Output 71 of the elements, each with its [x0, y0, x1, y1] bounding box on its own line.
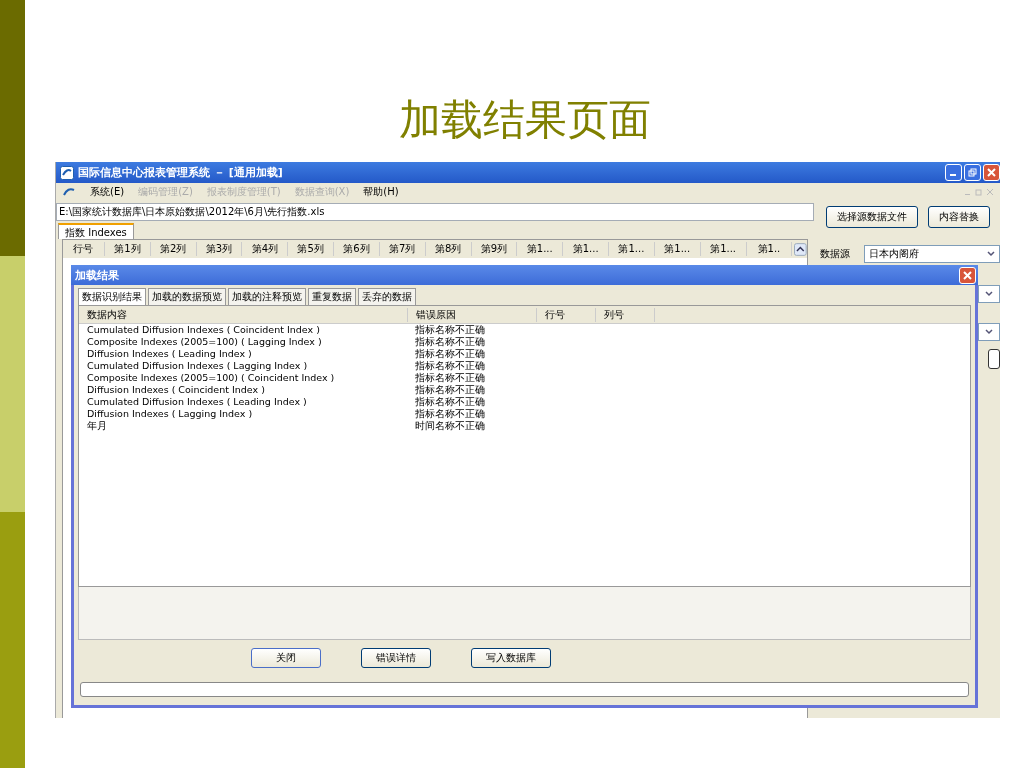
- column-header[interactable]: 第1...: [654, 242, 701, 256]
- table-cell-text: Composite Indexes (2005=100) ( Coincident Index ): [86, 372, 336, 384]
- dialog-button[interactable]: 关闭: [251, 648, 321, 668]
- table-cell-text: Cumulated Diffusion Indexes ( Coincident Index ): [86, 324, 321, 336]
- table-cell-text: 指标名称不正确: [414, 408, 486, 420]
- dialog-title: 加载结果: [75, 267, 119, 283]
- file-path-field[interactable]: E:\国家统计数据库\日本原始数据\2012年\6月\先行指数.xls: [56, 203, 814, 221]
- column-header[interactable]: 第9列: [471, 242, 518, 256]
- window-title: 国际信息中心报表管理系统 － [通用加载]: [78, 165, 283, 180]
- mdi-controls-icon: [964, 188, 994, 196]
- side-button[interactable]: [988, 349, 1000, 369]
- column-header[interactable]: 行号: [537, 307, 596, 322]
- table-cell-text: Cumulated Diffusion Indexes ( Leading Index ): [86, 396, 308, 408]
- toolbar-button[interactable]: 选择源数据文件: [826, 206, 918, 228]
- dialog-button[interactable]: 写入数据库: [471, 648, 551, 668]
- table-cell-text: 时间名称不正确: [414, 420, 486, 432]
- restore-icon: [968, 168, 977, 177]
- close-button[interactable]: [983, 164, 1000, 181]
- dialog-tab[interactable]: 加载的数据预览: [148, 288, 226, 305]
- column-header[interactable]: 第1...: [517, 242, 564, 256]
- dropdown[interactable]: [978, 323, 1000, 341]
- column-header[interactable]: 行号: [63, 242, 105, 256]
- slide-title: 加载结果页面: [398, 94, 651, 146]
- column-header[interactable]: 第1...: [563, 242, 610, 256]
- column-header[interactable]: 第7列: [379, 242, 426, 256]
- restore-button[interactable]: [964, 164, 981, 181]
- column-header[interactable]: 第3列: [196, 242, 243, 256]
- table-cell-text: 指标名称不正确: [414, 396, 486, 408]
- app-logo-icon: [60, 165, 74, 180]
- menu-item[interactable]: 系统(E): [90, 185, 125, 199]
- table-cell-text: Composite Indexes (2005=100) ( Lagging Index ): [86, 336, 323, 348]
- table-cell-text: Diffusion Indexes ( Coincident Index ): [86, 384, 266, 396]
- close-icon: [987, 168, 996, 177]
- table-cell-text: Diffusion Indexes ( Lagging Index ): [86, 408, 254, 420]
- scroll-up-icon[interactable]: [794, 242, 807, 256]
- dialog-button[interactable]: 错误详情: [361, 648, 431, 668]
- table-cell-text: 指标名称不正确: [414, 384, 486, 396]
- column-header[interactable]: 第8列: [425, 242, 472, 256]
- table-cell-text: 指标名称不正确: [414, 336, 486, 348]
- minimize-button[interactable]: [945, 164, 962, 181]
- column-header[interactable]: 列号: [596, 307, 655, 322]
- source-dropdown[interactable]: 日本内阁府: [864, 245, 1000, 263]
- table-cell-text: Cumulated Diffusion Indexes ( Lagging Index ): [86, 360, 309, 372]
- column-header[interactable]: 第2列: [150, 242, 197, 256]
- column-header[interactable]: 第1列: [104, 242, 151, 256]
- close-icon: [963, 270, 972, 280]
- column-header[interactable]: 第1...: [700, 242, 747, 256]
- toolbar-button[interactable]: 内容替换: [928, 206, 990, 228]
- sheet-tab[interactable]: 指数 Indexes: [58, 223, 134, 239]
- dialog-tab[interactable]: 丢弃的数据: [358, 288, 416, 305]
- table-cell-text: 指标名称不正确: [414, 360, 486, 372]
- column-header[interactable]: 第1...: [609, 242, 655, 256]
- source-label: 数据源: [820, 247, 850, 261]
- menu-item[interactable]: 帮助(H): [363, 185, 399, 199]
- column-header[interactable]: 第6列: [334, 242, 380, 256]
- dialog-tab[interactable]: 重复数据: [308, 288, 356, 305]
- table-cell-text: Diffusion Indexes ( Leading Index ): [86, 348, 253, 360]
- table-cell-text: 指标名称不正确: [414, 324, 486, 336]
- table-cell-text: 指标名称不正确: [414, 372, 486, 384]
- table-cell-text: 指标名称不正确: [414, 348, 486, 360]
- dialog-tab[interactable]: 数据识别结果: [78, 288, 146, 305]
- column-header[interactable]: 数据内容: [79, 307, 408, 322]
- column-header[interactable]: 第5列: [288, 242, 335, 256]
- column-header[interactable]: 第4列: [242, 242, 289, 256]
- dialog-tab[interactable]: 加载的注释预览: [228, 288, 306, 305]
- close-button[interactable]: [959, 266, 976, 284]
- column-header[interactable]: 第1..: [746, 242, 793, 256]
- table-cell-text: 年月: [86, 420, 108, 432]
- column-header[interactable]: 错误原因: [408, 307, 537, 322]
- app-logo-icon: [62, 187, 76, 197]
- dropdown[interactable]: [978, 285, 1000, 303]
